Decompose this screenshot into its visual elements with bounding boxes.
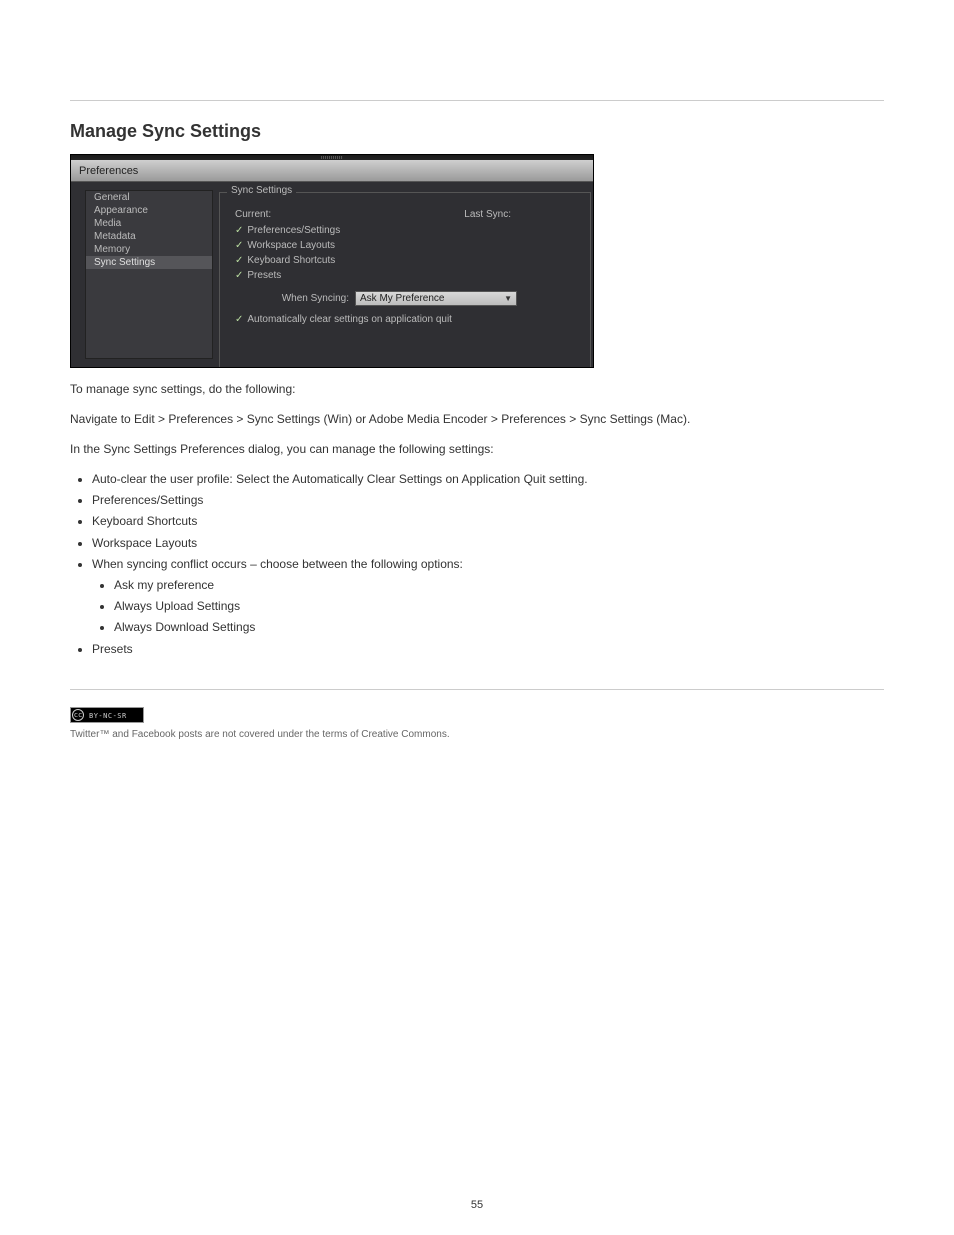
checkbox-workspace-layouts[interactable]: ✓Workspace Layouts bbox=[235, 240, 335, 251]
cc-caption: Twitter™ and Facebook posts are not cove… bbox=[70, 729, 884, 740]
list-item: Always Upload Settings bbox=[114, 597, 884, 616]
check-icon: ✓ bbox=[235, 225, 243, 236]
checkbox-auto-clear[interactable]: ✓Automatically clear settings on applica… bbox=[235, 314, 452, 325]
sidebar-item-memory[interactable]: Memory bbox=[86, 243, 212, 256]
checkbox-keyboard-shortcuts[interactable]: ✓Keyboard Shortcuts bbox=[235, 255, 335, 266]
list-item: Preferences/Settings bbox=[92, 491, 884, 510]
list-item: Workspace Layouts bbox=[92, 534, 884, 553]
check-icon: ✓ bbox=[235, 240, 243, 251]
cc-license-badge: cc BY-NC-SR bbox=[70, 707, 144, 723]
para-manage: To manage sync settings, do the followin… bbox=[70, 380, 884, 398]
dropdown-value: Ask My Preference bbox=[360, 293, 444, 304]
sidebar-item-sync-settings[interactable]: Sync Settings bbox=[86, 256, 212, 269]
when-syncing-dropdown[interactable]: Ask My Preference ▼ bbox=[355, 291, 517, 306]
list-item: Ask my preference bbox=[114, 576, 884, 595]
heading-manage-sync: Manage Sync Settings bbox=[70, 121, 884, 142]
chevron-down-icon: ▼ bbox=[504, 294, 512, 303]
sidebar-item-metadata[interactable]: Metadata bbox=[86, 230, 212, 243]
dialog-titlebar: Preferences bbox=[71, 160, 593, 182]
when-syncing-label: When Syncing: bbox=[235, 293, 355, 304]
checkbox-presets[interactable]: ✓Presets bbox=[235, 270, 281, 281]
current-label: Current: bbox=[235, 209, 271, 220]
check-icon: ✓ bbox=[235, 270, 243, 281]
preferences-sidebar: General Appearance Media Metadata Memory… bbox=[85, 190, 213, 359]
last-sync-label: Last Sync: bbox=[464, 209, 511, 220]
list-item: Always Download Settings bbox=[114, 618, 884, 637]
list-item: When syncing conflict occurs – choose be… bbox=[92, 555, 884, 638]
preferences-screenshot: Preferences General Appearance Media Met… bbox=[70, 154, 594, 368]
sidebar-item-media[interactable]: Media bbox=[86, 217, 212, 230]
check-icon: ✓ bbox=[235, 314, 243, 325]
list-item: Auto-clear the user profile: Select the … bbox=[92, 470, 884, 489]
list-item: Presets bbox=[92, 640, 884, 659]
check-icon: ✓ bbox=[235, 255, 243, 266]
cc-icon: cc bbox=[72, 709, 84, 721]
options-list: Auto-clear the user profile: Select the … bbox=[92, 470, 884, 659]
list-item: Keyboard Shortcuts bbox=[92, 512, 884, 531]
sidebar-item-general[interactable]: General bbox=[86, 191, 212, 204]
para-options: In the Sync Settings Preferences dialog,… bbox=[70, 440, 884, 458]
checkbox-preferences-settings[interactable]: ✓Preferences/Settings bbox=[235, 225, 340, 236]
list-step: Navigate to Edit > Preferences > Sync Se… bbox=[70, 410, 884, 428]
dialog-title: Preferences bbox=[79, 165, 138, 177]
page-number: 55 bbox=[0, 1199, 954, 1211]
sidebar-item-appearance[interactable]: Appearance bbox=[86, 204, 212, 217]
